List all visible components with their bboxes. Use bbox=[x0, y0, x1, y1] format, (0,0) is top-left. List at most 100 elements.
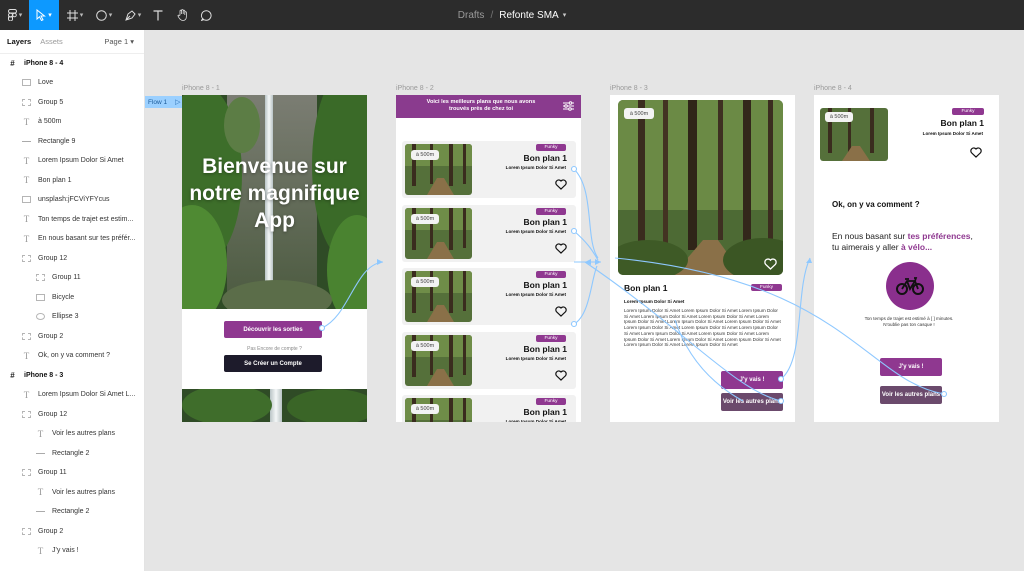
layer-item[interactable]: # iPhone 8 - 3 bbox=[0, 366, 144, 384]
flow-connector[interactable] bbox=[674, 319, 744, 402]
file-name[interactable]: Refonte SMA bbox=[499, 10, 558, 21]
text-icon: T bbox=[37, 487, 44, 497]
flow-connector[interactable] bbox=[573, 265, 598, 325]
layer-item[interactable]: T J'y vais ! bbox=[0, 542, 144, 560]
layer-label: à 500m bbox=[38, 118, 62, 125]
layer-item[interactable]: Tà 500m bbox=[0, 113, 144, 131]
ellipse-icon bbox=[36, 313, 45, 320]
chevron-down-icon: ▾ bbox=[130, 37, 134, 46]
layer-item[interactable]: Rectangle 2 bbox=[0, 444, 144, 462]
frame-icon: # bbox=[10, 58, 15, 68]
layer-item[interactable]: Group 2 bbox=[0, 522, 144, 540]
layer-label: Bicycle bbox=[52, 293, 75, 301]
layer-item[interactable]: T Voir les autres plans bbox=[0, 483, 144, 501]
image-icon bbox=[22, 79, 31, 86]
layer-label: J'y vais ! bbox=[52, 547, 79, 554]
page-selector[interactable]: Page 1 ▾ bbox=[104, 37, 134, 46]
layer-item[interactable]: T En nous basant sur tes préfér... bbox=[0, 230, 144, 248]
layer-item[interactable]: Rectangle 9 bbox=[0, 132, 144, 150]
ellipse-icon[interactable]: ▾ bbox=[91, 0, 117, 30]
layer-label: iPhone 8 - 3 bbox=[24, 371, 64, 379]
group-icon bbox=[22, 254, 31, 262]
text-icon: T bbox=[23, 116, 30, 127]
connection-node[interactable] bbox=[570, 227, 578, 235]
layer-label: Ton temps de trajet est estim... bbox=[38, 215, 134, 223]
flow-connector[interactable] bbox=[321, 261, 384, 329]
tab-layers[interactable]: Layers bbox=[7, 37, 31, 46]
layer-label: Group 5 bbox=[38, 98, 64, 106]
group-icon bbox=[22, 332, 31, 340]
flow-connector[interactable] bbox=[573, 168, 599, 259]
frame-icon: # bbox=[10, 370, 15, 380]
connection-node[interactable] bbox=[777, 375, 785, 383]
figma-menu-icon[interactable]: ▾ bbox=[2, 0, 28, 30]
layer-label: Voir les autres plans bbox=[52, 430, 116, 437]
layer-item[interactable]: T Ton temps de trajet est estim... bbox=[0, 210, 144, 228]
layer-item[interactable]: Bicycle bbox=[0, 288, 144, 306]
layer-label: Group 11 bbox=[38, 469, 67, 476]
connection-node[interactable] bbox=[570, 320, 578, 328]
frame-icon[interactable]: ▾ bbox=[62, 0, 88, 30]
flow-connector[interactable] bbox=[573, 230, 599, 261]
layer-label: Group 2 bbox=[38, 332, 64, 340]
layer-label: Lorem Ipsum Dolor Si Amet L... bbox=[38, 391, 136, 398]
layer-label: iPhone 8 - 4 bbox=[24, 59, 64, 67]
arrow-head bbox=[806, 258, 812, 263]
layer-label: Ok, on y va comment ? bbox=[38, 352, 110, 359]
layer-item[interactable]: T Ok, on y va comment ? bbox=[0, 347, 144, 365]
text-icon: T bbox=[23, 350, 30, 361]
layer-label: Rectangle 9 bbox=[38, 137, 76, 145]
move-icon[interactable]: ▾ bbox=[29, 0, 59, 30]
connection-node[interactable] bbox=[940, 390, 948, 398]
layer-label: Group 2 bbox=[38, 527, 64, 535]
connection-node[interactable] bbox=[570, 165, 578, 173]
canvas[interactable]: iPhone 8 - 1 iPhone 8 - 2 iPhone 8 - 3 i… bbox=[145, 30, 1024, 571]
layer-item[interactable]: Ellipse 3 bbox=[0, 308, 144, 326]
layer-item[interactable]: # iPhone 8 - 4 bbox=[0, 54, 144, 72]
text-icon: T bbox=[23, 175, 30, 185]
layer-label: Rectangle 2 bbox=[52, 449, 90, 457]
hand-icon[interactable] bbox=[172, 0, 192, 30]
pen-icon[interactable]: ▾ bbox=[120, 0, 146, 30]
layer-item[interactable]: T Lorem Ipsum Dolor Si Amet L... bbox=[0, 386, 144, 404]
image-icon bbox=[36, 293, 45, 301]
tab-assets[interactable]: Assets bbox=[40, 37, 63, 46]
breadcrumb-drafts[interactable]: Drafts bbox=[458, 10, 485, 21]
image-icon bbox=[22, 196, 31, 203]
panel-tabs: Layers Assets Page 1 ▾ bbox=[0, 30, 144, 54]
flow-connector[interactable] bbox=[584, 261, 782, 402]
layer-item[interactable]: Group 11 bbox=[0, 269, 144, 287]
text-icon: T bbox=[37, 428, 44, 439]
layer-label: Voir les autres plans bbox=[52, 488, 116, 496]
layer-label: Love bbox=[38, 79, 54, 86]
layer-label: Lorem Ipsum Dolor Si Amet bbox=[38, 157, 124, 164]
layer-item[interactable]: T Lorem Ipsum Dolor Si Amet bbox=[0, 152, 144, 170]
layer-item[interactable]: Group 2 bbox=[0, 327, 144, 345]
layer-item[interactable]: Rectangle 2 bbox=[0, 503, 144, 521]
text-icon: T bbox=[23, 389, 30, 400]
layer-label: Ellipse 3 bbox=[52, 313, 79, 320]
layer-item[interactable]: unsplash:jFCViYFYcus bbox=[0, 191, 144, 209]
layer-label: Rectangle 2 bbox=[52, 508, 90, 515]
connection-node[interactable] bbox=[777, 397, 785, 405]
layer-label: Group 11 bbox=[52, 274, 81, 281]
layer-item[interactable]: T Bon plan 1 bbox=[0, 171, 144, 189]
text-icon: T bbox=[23, 155, 30, 166]
text-icon: T bbox=[23, 233, 30, 244]
layer-label: Bon plan 1 bbox=[38, 176, 72, 184]
group-icon bbox=[22, 469, 31, 476]
layer-item[interactable]: Group 12 bbox=[0, 405, 144, 423]
layer-item[interactable]: Group 5 bbox=[0, 93, 144, 111]
layer-item[interactable]: Love bbox=[0, 74, 144, 92]
layer-item[interactable]: Group 12 bbox=[0, 249, 144, 267]
text-icon: T bbox=[23, 214, 30, 224]
flow-connector[interactable] bbox=[614, 257, 945, 395]
text-icon[interactable] bbox=[148, 0, 168, 30]
layer-item[interactable]: Group 11 bbox=[0, 464, 144, 482]
group-icon bbox=[22, 98, 31, 106]
layer-label: Group 12 bbox=[38, 410, 68, 418]
comment-icon[interactable] bbox=[196, 0, 216, 30]
flow-connector[interactable] bbox=[780, 257, 811, 380]
layer-item[interactable]: T Voir les autres plans bbox=[0, 425, 144, 443]
connection-node[interactable] bbox=[318, 324, 326, 332]
